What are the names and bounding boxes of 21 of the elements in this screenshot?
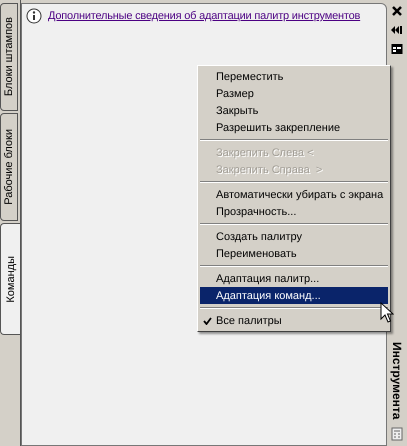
calculator-icon[interactable] <box>391 426 403 442</box>
menu-item[interactable]: Переместить <box>200 68 388 85</box>
close-icon[interactable] <box>391 5 403 17</box>
check-icon <box>203 317 212 325</box>
menu-item[interactable]: Адаптация палитр... <box>200 270 388 287</box>
arrows-icon[interactable] <box>391 24 403 36</box>
properties-icon[interactable] <box>391 43 403 55</box>
menu-item[interactable]: Автоматически убирать с экрана <box>200 186 388 203</box>
menu-item[interactable]: Разрешить закрепление <box>200 119 388 136</box>
menu-item[interactable]: Создать палитру <box>200 228 388 245</box>
palette-tab[interactable]: Команды <box>0 223 20 335</box>
menu-item[interactable]: Прозрачность... <box>200 203 388 220</box>
menu-item[interactable]: Переименовать <box>200 245 388 262</box>
palette-tab[interactable]: Блоки штампов <box>0 3 18 111</box>
palette-tab[interactable]: Рабочие блоки <box>0 113 18 221</box>
menu-item[interactable]: Закрыть <box>200 102 388 119</box>
info-icon <box>26 8 42 24</box>
palette-title: Инструмента <box>390 342 404 419</box>
info-link[interactable]: Дополнительные сведения об адаптации палитр инструментов <box>48 10 360 22</box>
menu-item[interactable]: Размер <box>200 85 388 102</box>
menu-item[interactable]: Адаптация команд... <box>200 287 388 304</box>
